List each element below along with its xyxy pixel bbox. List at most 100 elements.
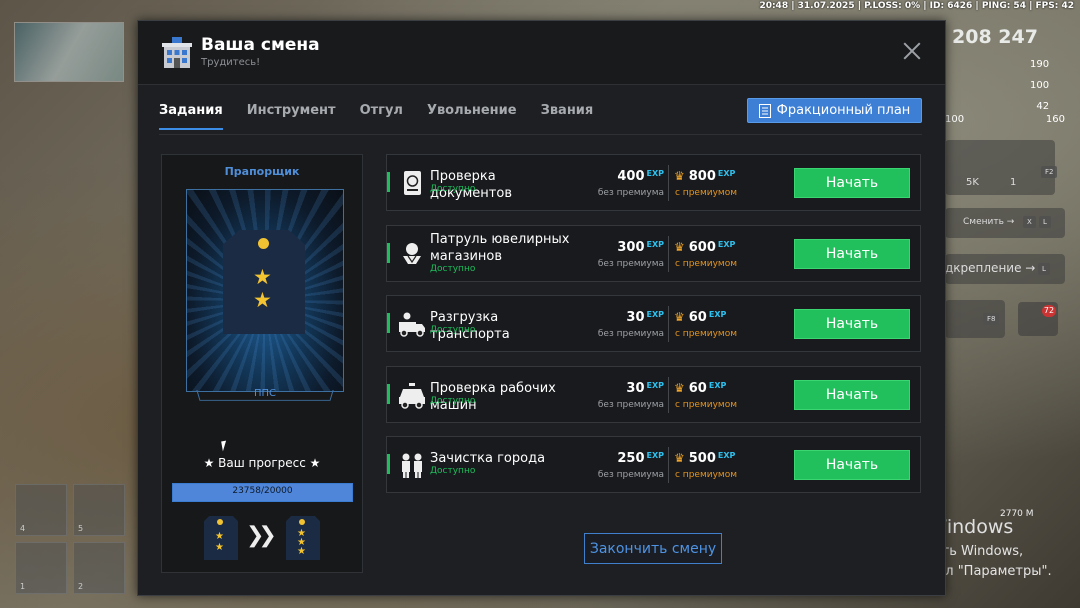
exp-suffix: EXP bbox=[717, 239, 736, 249]
task-accent bbox=[387, 454, 390, 474]
double-chevron-icon: ❯❯ bbox=[246, 523, 277, 548]
crown-icon: ♛ bbox=[674, 451, 685, 465]
task-accent bbox=[387, 313, 390, 333]
task-exp-premium-label: с премиумом bbox=[675, 399, 737, 410]
hud-stat: 100 bbox=[1030, 80, 1050, 91]
tab-leave[interactable]: Отгул bbox=[360, 103, 403, 130]
close-icon[interactable] bbox=[901, 40, 923, 62]
modal-header: Ваша смена Трудитесь! bbox=[138, 21, 945, 85]
task-exp-value: 250 bbox=[617, 451, 645, 466]
exp-divider bbox=[668, 447, 669, 483]
exp-suffix: EXP bbox=[646, 310, 665, 319]
hud-status-bar: 20:48 | 31.07.2025 | P.LOSS: 0% | ID: 64… bbox=[759, 1, 1074, 11]
task-status: Доступно bbox=[430, 466, 476, 476]
task-exp-premium: ♛ 500 EXP bbox=[674, 451, 735, 466]
exp-suffix: EXP bbox=[708, 380, 727, 390]
task-row: Разгрузка транспорта Доступно 30 EXP без … bbox=[386, 295, 921, 352]
officers-icon bbox=[402, 453, 422, 478]
task-exp-value: 30 bbox=[626, 310, 645, 325]
exp-divider bbox=[668, 376, 669, 413]
start-task-button[interactable]: Начать bbox=[794, 450, 910, 480]
star-icon: ★ bbox=[253, 288, 272, 312]
task-exp-value: 400 bbox=[617, 169, 645, 184]
task-name: Патруль ювелирных магазинов bbox=[430, 231, 570, 264]
exp-divider bbox=[668, 306, 669, 342]
faction-plan-label: Фракционный план bbox=[776, 103, 911, 118]
hud-stats: 190 100 42 bbox=[1030, 54, 1049, 117]
task-exp-premium: ♛ 600 EXP bbox=[674, 240, 735, 255]
hud-key-f2: F2 bbox=[1041, 166, 1058, 178]
hud-item-count: 5K bbox=[966, 177, 979, 188]
next-rank-epaulet-icon: ★ ★ ★ bbox=[286, 516, 320, 560]
exp-suffix: EXP bbox=[717, 169, 736, 178]
task-accent bbox=[387, 242, 390, 263]
hud-key-f8: F8 bbox=[983, 313, 1000, 325]
task-accent bbox=[387, 172, 390, 192]
task-exp-premium: ♛ 60 EXP bbox=[674, 310, 726, 325]
start-task-button[interactable]: Начать bbox=[794, 238, 910, 269]
rank-name: Прапорщик bbox=[224, 165, 300, 178]
task-exp-label: без премиума bbox=[597, 188, 664, 198]
epaulet-icon: ★ ★ bbox=[223, 230, 305, 334]
hud-reinforce-label: дкрепление → bbox=[945, 261, 1036, 275]
start-task-button[interactable]: Начать bbox=[794, 309, 910, 339]
task-status: Доступно bbox=[430, 263, 476, 274]
tab-ranks[interactable]: Звания bbox=[541, 103, 594, 130]
current-rank-epaulet-icon: ★ ★ bbox=[204, 516, 238, 560]
exp-divider bbox=[668, 235, 669, 272]
epaulet-button bbox=[258, 238, 269, 249]
notification-badge: 72 bbox=[1042, 305, 1056, 317]
exp-suffix: EXP bbox=[708, 310, 727, 319]
task-exp-premium-value: 600 bbox=[688, 239, 716, 255]
hud-money: 208 247 bbox=[952, 26, 1038, 48]
hud-money-items bbox=[945, 140, 1055, 195]
task-exp-label: без премиума bbox=[597, 258, 664, 269]
progress-text: 23758/20000 bbox=[232, 486, 293, 496]
exp-suffix: EXP bbox=[646, 169, 665, 178]
task-name: Зачистка города bbox=[430, 451, 546, 466]
truck-icon bbox=[399, 312, 425, 337]
task-exp-premium-value: 800 bbox=[688, 169, 716, 184]
hud-mini-left: 100 bbox=[945, 114, 965, 125]
progress-label: ★ Ваш прогресс ★ bbox=[203, 456, 321, 470]
task-exp-premium-value: 60 bbox=[688, 310, 707, 325]
inventory-slot[interactable]: 4 bbox=[15, 484, 67, 536]
rank-insignia-image: ★ ★ bbox=[186, 189, 344, 392]
hud-key: L bbox=[1038, 263, 1050, 275]
exp-divider bbox=[668, 165, 669, 201]
shift-modal: Ваша смена Трудитесь! Задания Инструмент… bbox=[137, 20, 946, 596]
faction-plan-button[interactable]: Фракционный план bbox=[747, 98, 922, 123]
task-exp-premium-value: 500 bbox=[688, 451, 716, 466]
task-exp: 300 EXP bbox=[600, 240, 664, 255]
crown-icon: ♛ bbox=[674, 239, 685, 254]
inventory-slot[interactable]: 2 bbox=[73, 542, 125, 594]
end-shift-button[interactable]: Закончить смену bbox=[584, 533, 722, 564]
task-row: Зачистка города Доступно 250 EXP без прем… bbox=[386, 436, 921, 493]
rank-unit: ППС bbox=[198, 388, 332, 406]
task-exp: 30 EXP bbox=[600, 310, 664, 325]
crown-icon: ♛ bbox=[674, 169, 685, 183]
inventory-slot[interactable]: 1 bbox=[15, 542, 67, 594]
police-station-icon bbox=[162, 37, 192, 68]
document-icon bbox=[758, 103, 771, 118]
start-task-button[interactable]: Начать bbox=[794, 168, 910, 198]
star-icon: ★ bbox=[253, 265, 272, 289]
tab-tasks[interactable]: Задания bbox=[159, 103, 223, 130]
task-exp-premium-label: с премиумом bbox=[675, 329, 737, 339]
task-exp: 400 EXP bbox=[600, 169, 664, 184]
tab-dismissal[interactable]: Увольнение bbox=[427, 103, 517, 130]
task-exp-premium: ♛ 60 EXP bbox=[674, 381, 726, 396]
start-task-button[interactable]: Начать bbox=[794, 379, 910, 410]
task-row: Проверка документов Доступно 400 EXP без … bbox=[386, 154, 921, 211]
tab-instrument[interactable]: Инструмент bbox=[247, 103, 336, 130]
task-exp: 250 EXP bbox=[600, 451, 664, 466]
exp-suffix: EXP bbox=[646, 239, 665, 249]
exp-suffix: EXP bbox=[646, 380, 665, 390]
hud-item-count: 1 bbox=[1010, 177, 1017, 188]
task-exp-label: без премиума bbox=[597, 399, 664, 410]
exp-suffix: EXP bbox=[646, 451, 665, 460]
inventory-slot[interactable]: 5 bbox=[73, 484, 125, 536]
background-minimap bbox=[14, 22, 124, 82]
task-status: Доступно bbox=[430, 184, 476, 194]
hud-key: X bbox=[1023, 216, 1036, 228]
